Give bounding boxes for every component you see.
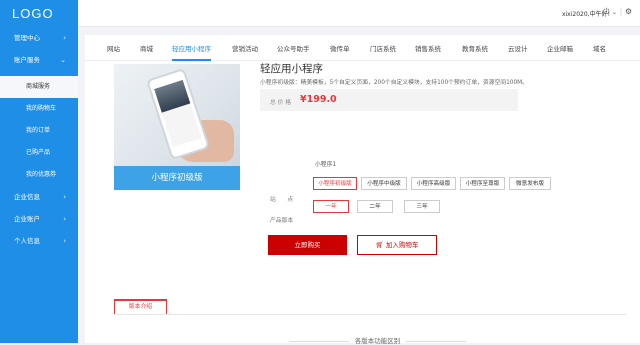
chevron-down-icon: ⌄ [60, 56, 66, 64]
settings-icon[interactable]: ⚙ [625, 7, 632, 16]
sidebar-item-label: 管理中心 [14, 34, 40, 42]
version-option-premium[interactable]: 小程序至尊版 [460, 177, 505, 190]
sidebar-item-management-center[interactable]: 管理中心 › [0, 27, 78, 49]
chevron-right-icon: › [63, 193, 66, 201]
version-option-flyer[interactable]: 微意发布版 [509, 177, 551, 190]
price-label: 总 价 格 [270, 100, 292, 106]
sidebar-item-label: 企业账户 [14, 215, 40, 223]
product-image: 小程序初级版 [114, 64, 240, 190]
tab-store-system[interactable]: 门店系统 [370, 43, 396, 53]
version-option-intermediate[interactable]: 小程序中级版 [361, 177, 407, 190]
site-label: 站 点 [270, 197, 294, 203]
chevron-down-icon[interactable]: ⌄ [612, 9, 617, 16]
section-title-text: 各版本功能区别 [354, 337, 401, 345]
add-to-cart-button[interactable]: 🛒︎ 加入购物车 [357, 235, 437, 255]
tab-mall[interactable]: 商城 [140, 43, 153, 53]
sidebar-item-my-coupons[interactable]: 我的优惠券 [0, 164, 78, 186]
year-option-two[interactable]: 二年 [357, 200, 393, 213]
year-option-one[interactable]: 一年 [313, 200, 349, 213]
top-bar: xixi2020,中午好! ⏻ ⌄ | ⚙ [78, 0, 640, 27]
tab-marketing[interactable]: 营销活动 [232, 43, 258, 53]
product-description: 小程序初级版：精美模板，5个自定义页面，200个自定义模块，支持100个预约订单… [260, 80, 528, 86]
tab-website[interactable]: 网站 [107, 43, 120, 53]
sidebar: LOGO 管理中心 › 账户服务 ⌄ 商城服务 我的购物车 我的订单 已购产品 我的… [0, 0, 78, 343]
version-option-advanced[interactable]: 小程序高级版 [411, 177, 456, 190]
divider: | [619, 7, 623, 16]
year-option-three[interactable]: 三年 [404, 200, 440, 213]
section-title: 各版本功能区别 [215, 335, 540, 345]
tab-version-intro[interactable]: 版本介绍 [114, 299, 167, 315]
sidebar-item-personal-info[interactable]: 个人信息 › [0, 230, 78, 252]
sidebar-item-company-info[interactable]: 企业信息 › [0, 186, 78, 208]
tab-domain[interactable]: 域名 [593, 43, 606, 53]
chevron-right-icon: › [63, 237, 66, 245]
sidebar-item-purchased-products[interactable]: 已购产品 [0, 142, 78, 164]
sidebar-item-account-services[interactable]: 账户服务 ⌄ [0, 49, 78, 71]
version-option-basic[interactable]: 小程序初级版 [313, 177, 357, 190]
sidebar-item-mall-services[interactable]: 商城服务 [0, 76, 78, 98]
price-value: ¥199.0 [300, 94, 337, 105]
sidebar-item-label: 个人信息 [14, 237, 40, 245]
add-to-cart-label: 加入购物车 [385, 241, 419, 249]
version-label: 产品版本 [270, 218, 294, 224]
sidebar-item-label: 账户服务 [14, 56, 40, 64]
divider [114, 314, 626, 315]
tab-enterprise-mail[interactable]: 企业邮箱 [547, 43, 573, 53]
tab-mini-program[interactable]: 轻应用小程序 [172, 43, 211, 61]
chevron-right-icon: › [63, 34, 66, 42]
tab-cloud-design[interactable]: 云设计 [508, 43, 528, 53]
sidebar-item-company-account[interactable]: 企业账户 › [0, 208, 78, 230]
product-title: 轻应用小程序 [260, 63, 323, 75]
tab-education-system[interactable]: 教育系统 [462, 43, 488, 53]
image-caption: 小程序初级版 [114, 166, 240, 190]
main-panel: 网站 商城 轻应用小程序 营销活动 公众号助手 微传单 门店系统 销售系统 教育… [85, 35, 640, 345]
tab-sales-system[interactable]: 销售系统 [415, 43, 441, 53]
site-value: 小程序1 [315, 162, 337, 168]
tab-flyer[interactable]: 微传单 [330, 43, 350, 53]
chevron-right-icon: › [63, 215, 66, 223]
top-icons: ⏻ ⌄ | ⚙ [603, 7, 632, 17]
tab-official-account[interactable]: 公众号助手 [277, 43, 310, 53]
buy-now-button[interactable]: 立即购买 [268, 235, 347, 255]
divider [406, 340, 467, 342]
price-box: 总 价 格 ¥199.0 [260, 89, 518, 111]
sidebar-item-my-cart[interactable]: 我的购物车 [0, 98, 78, 120]
sidebar-item-my-orders[interactable]: 我的订单 [0, 120, 78, 142]
power-icon[interactable]: ⏻ [603, 7, 609, 16]
logo: LOGO [12, 6, 54, 21]
sidebar-item-label: 企业信息 [14, 193, 40, 201]
cart-icon: 🛒︎ [375, 241, 386, 249]
product-tabs: 网站 商城 轻应用小程序 营销活动 公众号助手 微传单 门店系统 销售系统 教育… [85, 35, 640, 61]
divider [288, 340, 349, 342]
